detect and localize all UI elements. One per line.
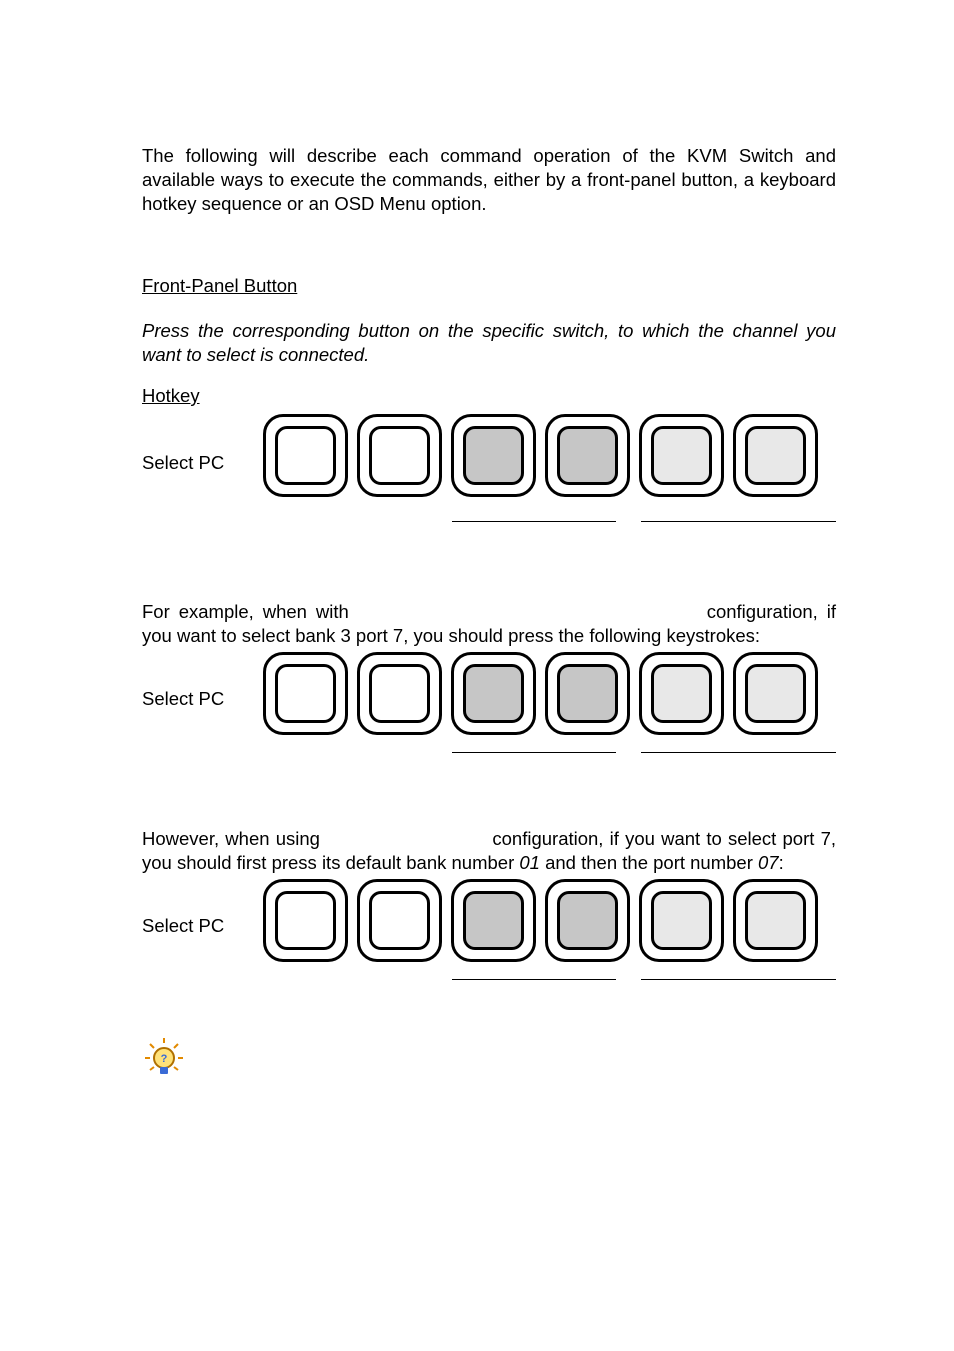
underline-bar [641, 752, 836, 753]
front-panel-instruction: Press the corresponding button on the sp… [142, 319, 836, 367]
keycap-icon [639, 414, 724, 497]
keycap-icon [263, 652, 348, 735]
example-paragraph-1: For example, when with configuration, if… [142, 600, 836, 648]
text-fragment: 07 [758, 852, 779, 873]
keycap-icon [545, 879, 630, 962]
keycap-icon [451, 414, 536, 497]
keycap-icon [451, 652, 536, 735]
keycap-icon [451, 879, 536, 962]
keycap-icon [545, 652, 630, 735]
underline-bar [641, 979, 836, 980]
underline-bar [452, 752, 616, 753]
keycap-icon [733, 414, 818, 497]
hotkey-sequence-3 [263, 879, 818, 962]
keycap-icon [357, 652, 442, 735]
keycap-icon [639, 652, 724, 735]
lightbulb-tip-icon: ? [142, 1036, 186, 1085]
hotkey-sequence-2 [263, 652, 818, 735]
select-pc-label: Select PC [142, 688, 224, 710]
text-fragment: For example, when with [142, 601, 349, 622]
example-paragraph-2: However, when using configuration, if yo… [142, 827, 836, 875]
keycap-icon [357, 879, 442, 962]
underline-bar [452, 521, 616, 522]
keycap-icon [263, 414, 348, 497]
intro-paragraph: The following will describe each command… [142, 144, 836, 216]
underline-bar [641, 521, 836, 522]
hotkey-heading: Hotkey [142, 385, 836, 407]
text-fragment: 01 [519, 852, 540, 873]
select-pc-label: Select PC [142, 915, 224, 937]
underline-bar [452, 979, 616, 980]
keycap-icon [733, 652, 818, 735]
svg-text:?: ? [161, 1053, 168, 1065]
front-panel-heading: Front-Panel Button [142, 275, 836, 297]
keycap-icon [545, 414, 630, 497]
keycap-icon [639, 879, 724, 962]
keycap-icon [357, 414, 442, 497]
keycap-icon [733, 879, 818, 962]
hotkey-sequence-1 [263, 414, 818, 497]
select-pc-label: Select PC [142, 452, 224, 474]
text-fragment: and then the port number [540, 852, 758, 873]
keycap-icon [263, 879, 348, 962]
text-fragment: : [779, 852, 784, 873]
text-fragment: However, when using [142, 828, 320, 849]
